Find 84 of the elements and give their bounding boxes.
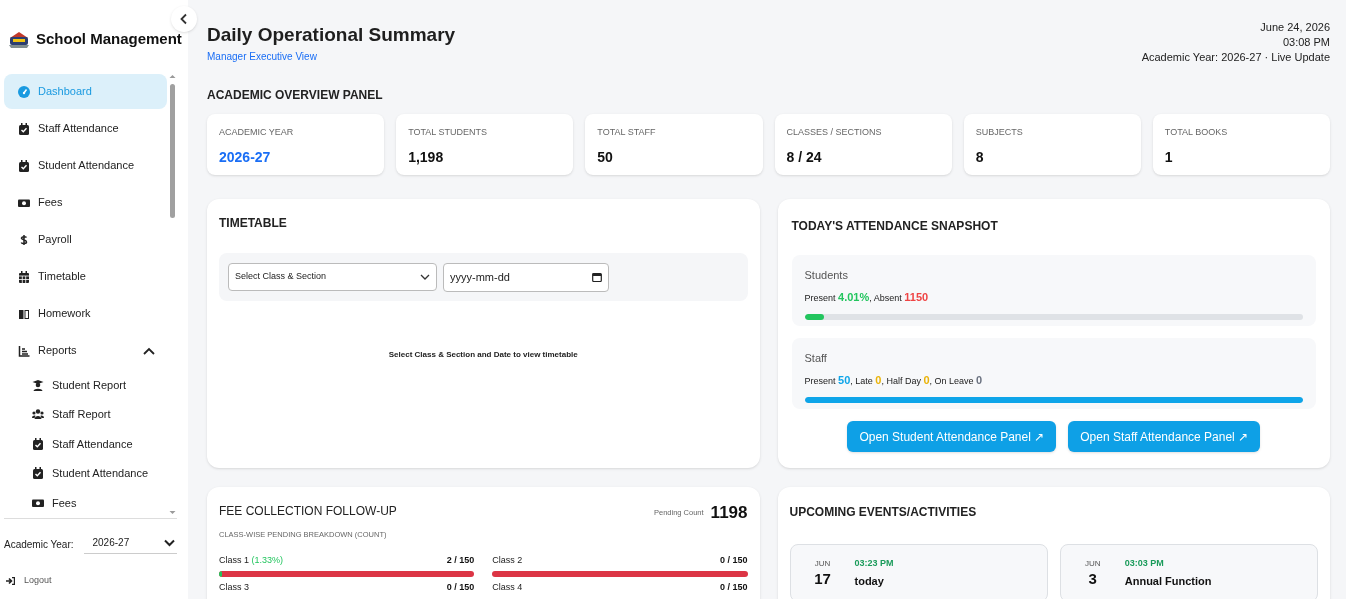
class-label: Class 2 xyxy=(492,554,523,568)
calendar-check-icon xyxy=(18,122,30,135)
card-title: TODAY'S ATTENDANCE SNAPSHOT xyxy=(791,218,999,235)
class-count: 0 / 150 xyxy=(719,554,748,568)
nav-item[interactable]: Reports xyxy=(4,333,167,368)
event-day: 3 xyxy=(1088,570,1097,588)
stat-label: CLASSES / SECTIONS xyxy=(786,126,883,139)
pending-count: 1198 xyxy=(710,502,748,524)
attendance-summary: Present 4.01%, Absent 1150 xyxy=(804,291,930,305)
brand-name: School Management xyxy=(36,28,182,49)
status-text: Academic Year: 2026-27 · Live Update xyxy=(1141,50,1330,65)
scrollbar-thumb[interactable] xyxy=(170,84,175,218)
nav-subitem[interactable]: Student Report xyxy=(4,370,167,400)
users-icon xyxy=(32,408,44,421)
scrollbar[interactable] xyxy=(169,74,176,515)
calendar-check-icon xyxy=(18,159,30,172)
stat-label: TOTAL STAFF xyxy=(597,126,657,139)
nav-subitem[interactable]: Student Attendance xyxy=(4,458,167,488)
gauge-icon xyxy=(18,85,30,98)
stat-value: 8 / 24 xyxy=(786,147,823,167)
stat-value: 8 xyxy=(975,147,985,167)
event-time: 03:03 PM xyxy=(1124,557,1165,570)
nav-item[interactable]: Staff Attendance xyxy=(4,111,167,146)
calendar-check-icon xyxy=(32,467,44,480)
chevron-down-icon xyxy=(420,274,430,280)
nav-item[interactable]: Fees xyxy=(4,185,167,220)
event-title: today xyxy=(854,573,885,589)
date-text: June 24, 2026 xyxy=(1259,20,1330,35)
card-title: TIMETABLE xyxy=(219,215,288,232)
event-month: JUN xyxy=(814,558,831,570)
logout-icon xyxy=(6,576,15,585)
collapse-button[interactable] xyxy=(171,6,197,32)
class-label: Class 1 (1.33%) xyxy=(219,554,284,568)
logout-link[interactable]: Logout xyxy=(4,574,177,588)
stat-label: TOTAL STUDENTS xyxy=(408,126,488,139)
card-title: UPCOMING EVENTS/ACTIVITIES xyxy=(789,504,978,521)
stat-label: ACADEMIC YEAR xyxy=(219,126,295,139)
nav-subitem[interactable]: Staff Report xyxy=(4,399,167,429)
stat-value: 2026-27 xyxy=(219,147,272,167)
class-count: 0 / 150 xyxy=(719,581,748,595)
calendar-check-icon xyxy=(32,437,44,450)
scroll-down-icon xyxy=(169,510,176,515)
graduate-icon xyxy=(32,378,44,391)
panel-label: Staff xyxy=(804,351,828,366)
year-label: Academic Year: xyxy=(4,538,74,552)
dollar-icon xyxy=(18,233,30,246)
calendar-icon xyxy=(592,272,602,282)
school-logo-icon xyxy=(8,30,30,48)
event-title: Annual Function xyxy=(1124,573,1212,589)
page-subtitle: Manager Executive View xyxy=(207,50,318,64)
class-select[interactable]: Select Class & Section xyxy=(228,263,437,291)
card-title: FEE COLLECTION FOLLOW-UP xyxy=(219,503,397,520)
nav-subitem[interactable]: Staff Attendance xyxy=(4,429,167,459)
stat-label: SUBJECTS xyxy=(975,126,1024,139)
panel-label: Students xyxy=(804,268,849,283)
stat-value: 50 xyxy=(597,147,614,167)
event-day: 17 xyxy=(814,570,831,588)
class-label: Class 3 xyxy=(219,581,249,595)
stat-label: TOTAL BOOKS xyxy=(1164,126,1229,139)
chevron-down-icon xyxy=(164,538,175,547)
event-time: 03:23 PM xyxy=(854,557,894,570)
empty-message: Select Class & Section and Date to view timetable xyxy=(387,349,579,361)
chart-icon xyxy=(18,344,30,357)
book-icon xyxy=(18,307,30,320)
nav-item[interactable]: Timetable xyxy=(4,259,167,294)
class-count: 2 / 150 xyxy=(446,554,475,568)
class-count: 0 / 150 xyxy=(446,581,475,595)
stat-value: 1 xyxy=(1164,147,1174,167)
nav-item[interactable]: Student Attendance xyxy=(4,148,167,183)
page-title: Daily Operational Summary xyxy=(207,24,456,46)
chevron-left-icon xyxy=(179,13,189,25)
section-heading: ACADEMIC OVERVIEW PANEL xyxy=(207,87,384,104)
scroll-up-icon xyxy=(169,74,176,79)
stat-value: 1,198 xyxy=(408,147,445,167)
event-month: JUN xyxy=(1084,558,1101,570)
year-select[interactable]: 2026-27 xyxy=(83,535,177,554)
nav-item[interactable]: Payroll xyxy=(4,222,167,257)
date-field[interactable]: yyyy-mm-dd xyxy=(443,262,609,292)
attendance-summary: Present 50, Late 0, Half Day 0, On Leave 0 xyxy=(804,374,984,388)
class-label: Class 4 xyxy=(492,581,523,595)
nav-subitem[interactable]: Fees xyxy=(4,488,167,515)
nav-item[interactable]: Homework xyxy=(4,296,167,331)
time-text: 03:08 PM xyxy=(1281,35,1330,50)
calendar-icon xyxy=(18,270,30,283)
